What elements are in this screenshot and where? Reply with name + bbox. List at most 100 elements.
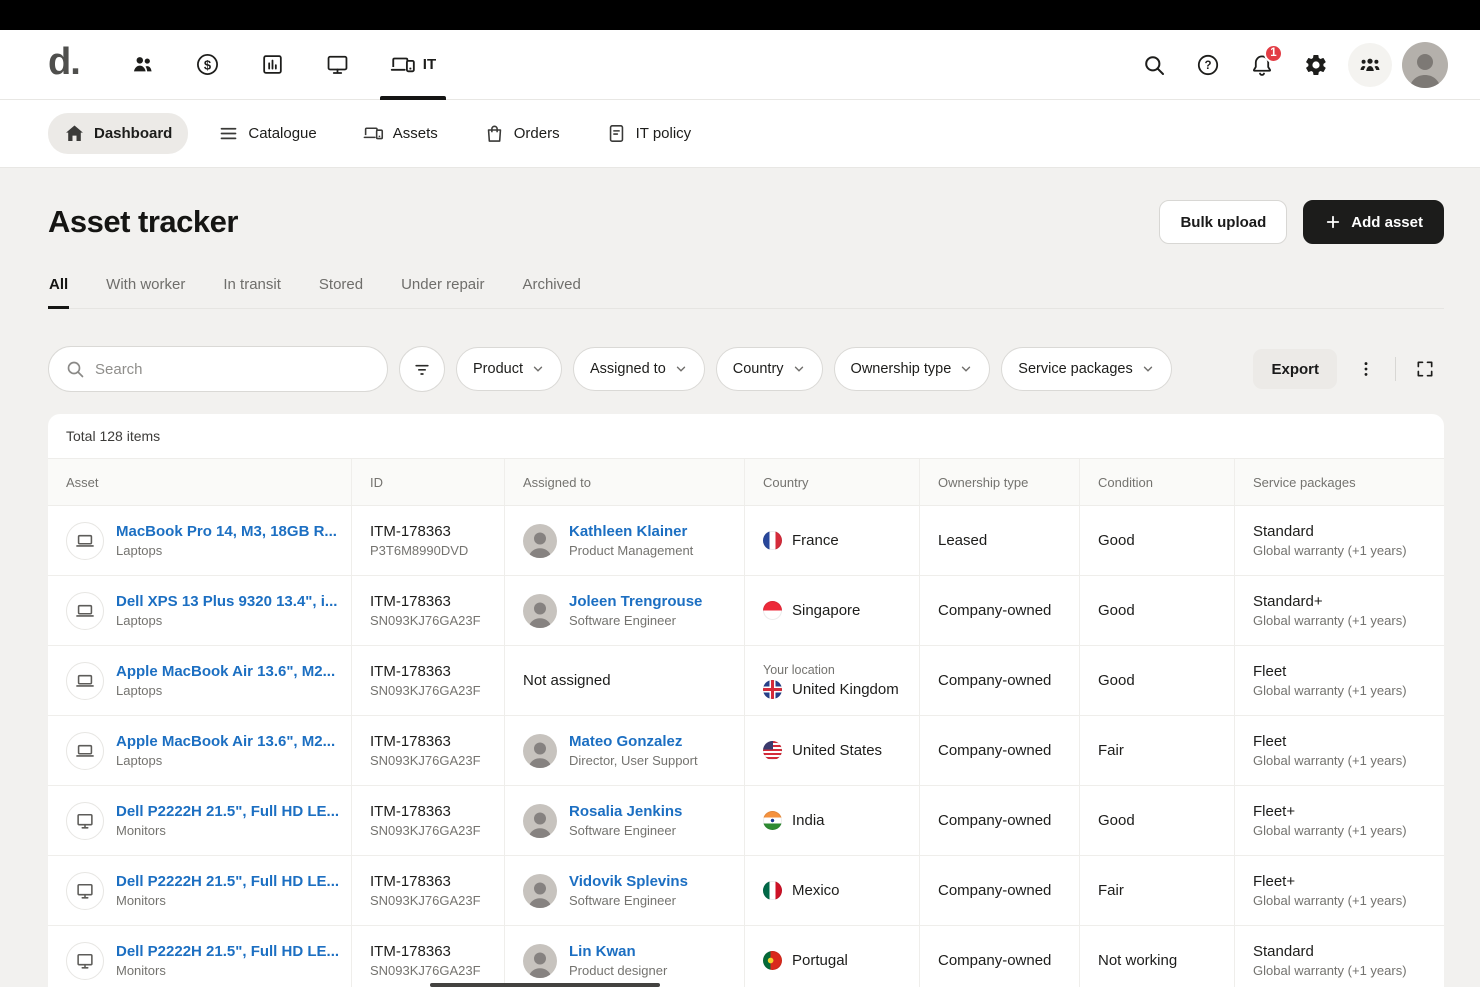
add-asset-button[interactable]: Add asset [1303,200,1444,244]
asset-type-icon-wrap [66,592,104,630]
column-header-service-packages[interactable]: Service packages [1235,459,1444,505]
assignee-link[interactable]: Lin Kwan Product designer [523,943,667,978]
asset-type-icon-wrap [66,522,104,560]
module-people[interactable] [110,30,175,99]
asset-link[interactable]: Dell P2222H 21.5", Full HD LE... [116,873,339,890]
deel-logo[interactable]: d. [48,43,80,87]
export-button[interactable]: Export [1253,349,1337,389]
module-switcher: $ [110,30,456,99]
nav-orders[interactable]: Orders [468,113,576,154]
table-row[interactable]: Apple MacBook Air 13.6", M2... Laptops I… [48,646,1444,716]
country-name: Portugal [792,952,848,969]
user-avatar[interactable] [1402,42,1448,88]
condition-cell: Good [1080,506,1235,575]
package-name: Fleet [1253,733,1407,750]
more-options-button[interactable] [1347,350,1385,388]
asset-link[interactable]: Dell XPS 13 Plus 9320 13.4", i... [116,593,337,610]
bulk-upload-button[interactable]: Bulk upload [1159,200,1287,244]
notifications-button[interactable]: 1 [1240,43,1284,87]
tab-all[interactable]: All [48,270,69,309]
tab-under-repair[interactable]: Under repair [400,270,485,309]
fullscreen-button[interactable] [1406,350,1444,388]
monitor-icon [74,950,96,972]
assignee-link[interactable]: Rosalia Jenkins Software Engineer [523,803,682,838]
tab-stored[interactable]: Stored [318,270,364,309]
nav-it-policy-label: IT policy [636,125,692,142]
search-input[interactable] [95,361,371,378]
country-name: Mexico [792,882,840,899]
column-header-ownership-type[interactable]: Ownership type [920,459,1080,505]
column-header-id[interactable]: ID [352,459,505,505]
table-row[interactable]: Apple MacBook Air 13.6", M2... Laptops I… [48,716,1444,786]
service-packages-filter-label: Service packages [1018,361,1132,377]
service-packages-filter[interactable]: Service packages [1001,347,1171,391]
product-filter[interactable]: Product [456,347,562,391]
asset-link[interactable]: Dell P2222H 21.5", Full HD LE... [116,943,339,960]
column-header-assigned-to[interactable]: Assigned to [505,459,745,505]
module-finance[interactable]: $ [175,30,240,99]
condition-cell: Good [1080,576,1235,645]
module-analytics[interactable] [240,30,305,99]
condition-value: Good [1098,532,1135,549]
tab-with-worker[interactable]: With worker [105,270,186,309]
bar-chart-icon [260,52,285,77]
table-row[interactable]: Dell P2222H 21.5", Full HD LE... Monitor… [48,856,1444,926]
module-equipment[interactable] [305,30,370,99]
table-row[interactable]: Dell P2222H 21.5", Full HD LE... Monitor… [48,926,1444,987]
ownership-type-filter[interactable]: Ownership type [834,347,991,391]
package-detail: Global warranty (+1 years) [1253,893,1407,908]
column-header-country[interactable]: Country [745,459,920,505]
assigned-to-filter[interactable]: Assigned to [573,347,705,391]
nav-orders-label: Orders [514,125,560,142]
asset-type-icon-wrap [66,802,104,840]
country-cell: Portugal [745,926,920,987]
ownership-value: Company-owned [938,952,1051,969]
assignee-link[interactable]: Vidovik Splevins Software Engineer [523,873,688,908]
asset-serial: SN093KJ76GA23F [370,893,481,908]
column-header-condition[interactable]: Condition [1080,459,1235,505]
chevron-down-icon [1141,362,1155,376]
asset-type-icon-wrap [66,732,104,770]
ownership-cell: Company-owned [920,716,1080,785]
nav-dashboard[interactable]: Dashboard [48,113,188,154]
table-row[interactable]: MacBook Pro 14, M3, 18GB R... Laptops IT… [48,506,1444,576]
nav-catalogue-label: Catalogue [248,125,316,142]
nav-it-policy[interactable]: IT policy [590,113,708,154]
tab-archived[interactable]: Archived [521,270,581,309]
module-it[interactable]: IT [370,30,456,99]
search-button[interactable] [1132,43,1176,87]
asset-link[interactable]: Apple MacBook Air 13.6", M2... [116,733,335,750]
condition-value: Good [1098,672,1135,689]
search-icon [65,359,85,379]
horizontal-scrollbar[interactable] [430,983,660,987]
asset-link[interactable]: MacBook Pro 14, M3, 18GB R... [116,523,337,540]
kebab-menu-icon [1356,359,1376,379]
help-button[interactable]: ? [1186,43,1230,87]
chevron-down-icon [674,362,688,376]
condition-cell: Fair [1080,856,1235,925]
nav-assets[interactable]: Assets [347,113,454,154]
nav-assets-label: Assets [393,125,438,142]
svg-text:?: ? [1204,60,1211,72]
assignee-avatar [523,944,557,978]
package-detail: Global warranty (+1 years) [1253,753,1407,768]
filter-button[interactable] [399,346,445,392]
table-row[interactable]: Dell P2222H 21.5", Full HD LE... Monitor… [48,786,1444,856]
asset-link[interactable]: Apple MacBook Air 13.6", M2... [116,663,335,680]
asset-link[interactable]: Dell P2222H 21.5", Full HD LE... [116,803,339,820]
assignee-link[interactable]: Joleen Trengrouse Software Engineer [523,593,702,628]
settings-button[interactable] [1294,43,1338,87]
assignee-role: Software Engineer [569,613,702,628]
country-filter[interactable]: Country [716,347,823,391]
tab-in-transit[interactable]: In transit [222,270,282,309]
team-directory-button[interactable] [1348,43,1392,87]
column-header-asset[interactable]: Asset [48,459,352,505]
assignee-link[interactable]: Mateo Gonzalez Director, User Support [523,733,698,768]
add-asset-label: Add asset [1351,214,1423,231]
nav-catalogue[interactable]: Catalogue [202,113,332,154]
assignee-link[interactable]: Kathleen Klainer Product Management [523,523,693,558]
table-row[interactable]: Dell XPS 13 Plus 9320 13.4", i... Laptop… [48,576,1444,646]
laptop-icon [74,670,96,692]
assigned-to-filter-label: Assigned to [590,361,666,377]
asset-cell: Dell XPS 13 Plus 9320 13.4", i... Laptop… [48,576,352,645]
